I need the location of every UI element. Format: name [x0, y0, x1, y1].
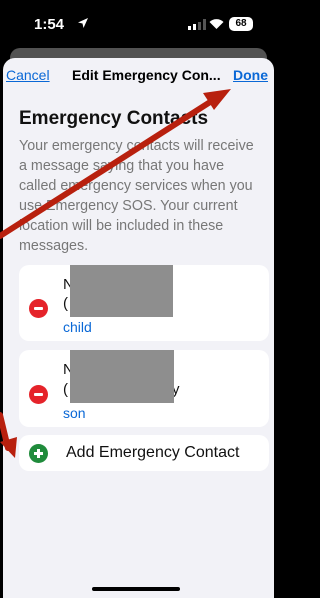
home-indicator[interactable]	[92, 587, 180, 591]
redaction-box	[70, 350, 174, 403]
add-contact-icon[interactable]	[29, 444, 48, 463]
status-time: 1:54	[34, 16, 65, 33]
battery-icon: 68	[229, 17, 253, 31]
add-contact-label: Add Emergency Contact	[66, 444, 240, 461]
contact-phone: (	[63, 381, 68, 398]
redaction-box	[70, 265, 173, 317]
nav-title: Edit Emergency Con...	[72, 67, 221, 83]
contact-relation: child	[63, 319, 92, 335]
status-bar: 1:54 68	[0, 0, 277, 48]
wifi-icon	[209, 19, 224, 29]
contact-row[interactable]: N ( child	[19, 265, 269, 341]
delete-contact-icon[interactable]	[29, 385, 48, 404]
nav-bar: Cancel Edit Emergency Con... Done	[3, 58, 274, 94]
cancel-button[interactable]: Cancel	[6, 67, 50, 83]
phone-screen: 1:54 68 Cancel Edit Emergency Con... Don…	[0, 0, 277, 598]
add-contact-row[interactable]: Add Emergency Contact	[19, 435, 269, 471]
contact-row[interactable]: N ( y son	[19, 350, 269, 427]
done-button[interactable]: Done	[233, 67, 268, 83]
contact-relation: son	[63, 405, 86, 421]
section-heading: Emergency Contacts	[19, 108, 209, 129]
section-description: Your emergency contacts will receive a m…	[19, 138, 254, 254]
contact-phone: (	[63, 295, 68, 312]
delete-contact-icon[interactable]	[29, 299, 48, 318]
location-arrow-icon	[78, 18, 88, 28]
cellular-signal-icon	[188, 19, 206, 30]
edit-contacts-sheet: Cancel Edit Emergency Con... Done Emerge…	[3, 58, 274, 598]
